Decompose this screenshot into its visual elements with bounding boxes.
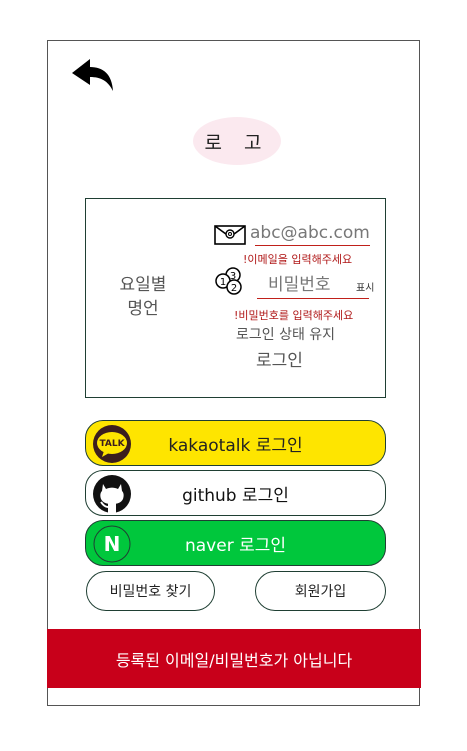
svg-text:2: 2 (231, 283, 237, 294)
signup-button[interactable]: 회원가입 (255, 571, 386, 611)
naver-login-label: naver 로그인 (184, 535, 287, 556)
password-input[interactable]: 비밀번호 (268, 270, 358, 295)
password-error: !비밀번호를 입력해주세요 (234, 309, 354, 322)
email-underline (255, 245, 370, 246)
error-toast: 등록된 이메일/비밀번호가 아닙니다 (47, 629, 421, 688)
password-icon: 3 1 2 (215, 267, 242, 295)
quote-line-1: 요일별 (119, 275, 167, 295)
email-error: !이메일을 입력해주세요 (243, 253, 353, 266)
github-login-button[interactable]: github 로그인 (85, 470, 386, 516)
email-input[interactable] (250, 222, 375, 244)
naver-login-button[interactable]: N naver 로그인 (85, 520, 386, 566)
back-arrow-icon (72, 59, 113, 91)
quote-line-2: 명언 (127, 299, 159, 319)
back-button[interactable] (70, 57, 116, 93)
logo: 로 고 (193, 117, 281, 165)
mail-icon (214, 225, 246, 245)
github-login-label: github 로그인 (182, 485, 289, 506)
svg-text:1: 1 (220, 277, 226, 288)
login-button[interactable]: 로그인 (256, 346, 303, 371)
kakao-login-label: kakaotalk 로그인 (168, 435, 303, 456)
find-password-button[interactable]: 비밀번호 찾기 (86, 571, 215, 611)
password-underline (257, 298, 369, 299)
show-password-toggle[interactable]: 표시 (356, 279, 374, 294)
daily-quote: 요일별 명언 (110, 273, 176, 321)
kakao-login-button[interactable]: TALK kakaotalk 로그인 (85, 420, 386, 466)
keep-login-option[interactable]: 로그인 상태 유지 (236, 324, 335, 344)
